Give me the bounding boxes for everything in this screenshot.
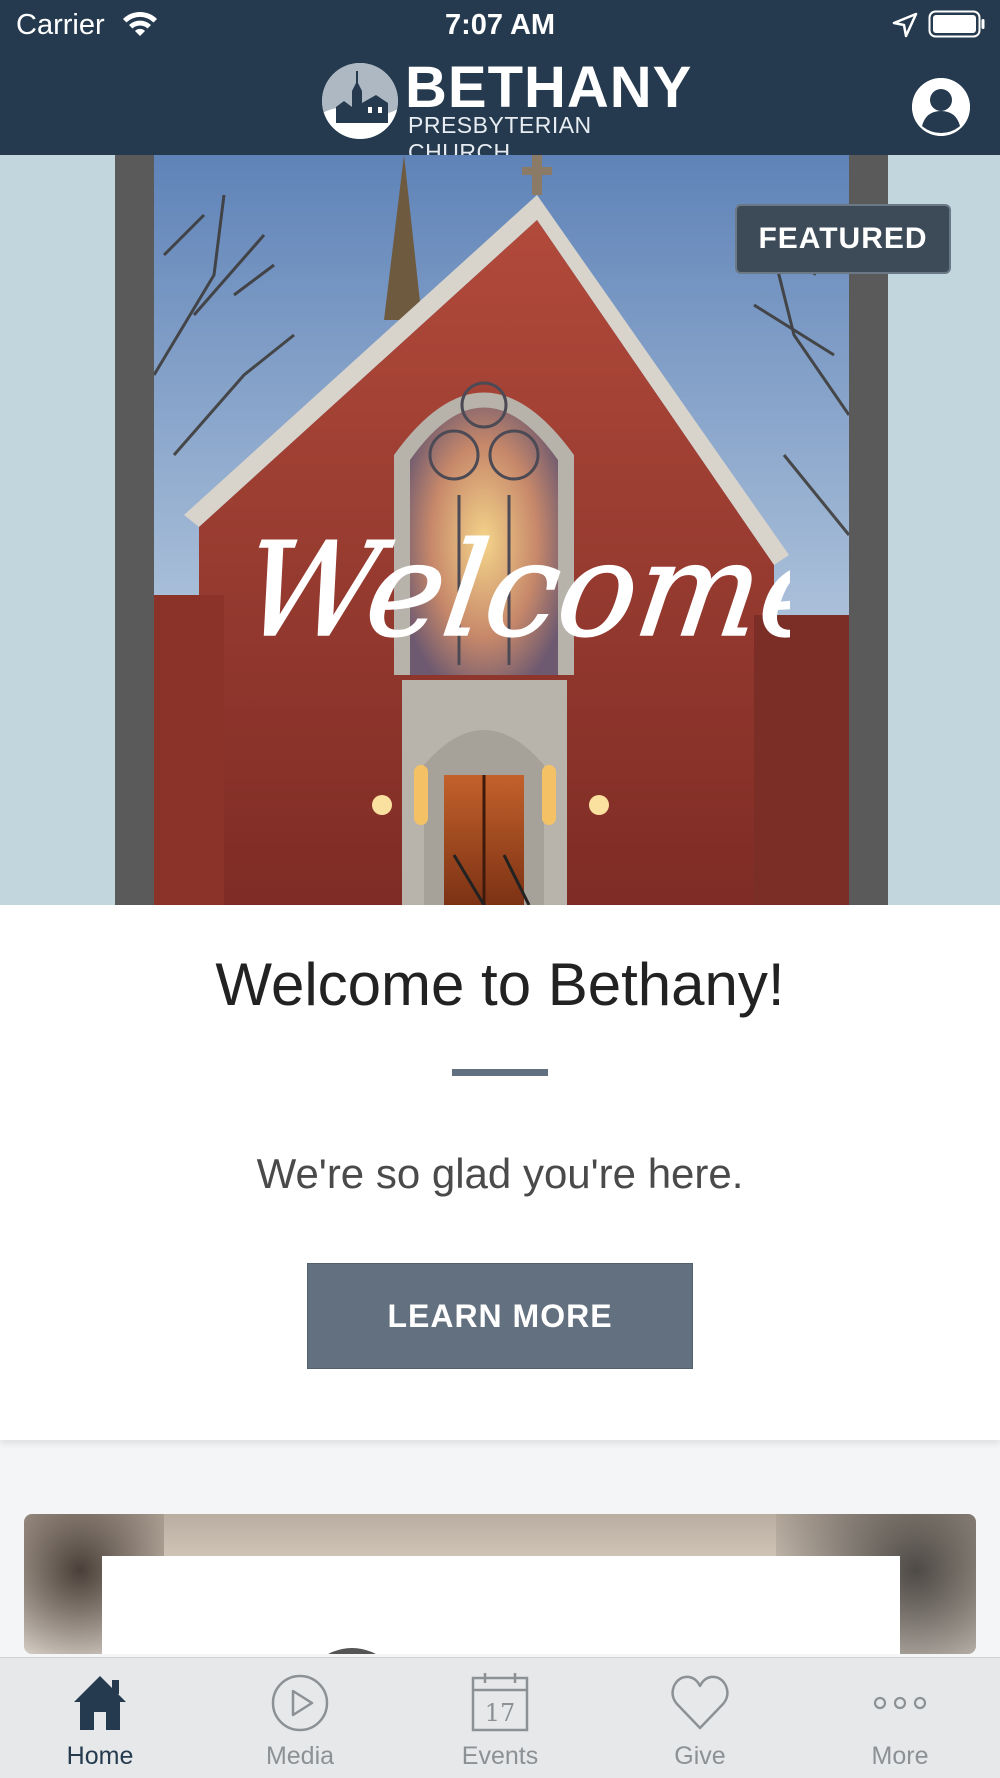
tab-label: More (871, 1742, 929, 1770)
app-header: Carrier 7:07 AM BETHANY PRESBYTERIAN CHU… (0, 0, 1000, 165)
title-divider (452, 1069, 548, 1076)
tab-home[interactable]: Home (0, 1658, 200, 1778)
church-seal-icon (322, 63, 398, 139)
tab-label: Home (66, 1742, 134, 1770)
learn-more-button[interactable]: LEARN MORE (307, 1263, 693, 1369)
next-card-preview[interactable] (24, 1514, 976, 1654)
tab-bar: Home Media 17 Events Give More (0, 1657, 1000, 1778)
home-icon (74, 1676, 126, 1730)
welcome-script-text: Welcome (250, 514, 790, 667)
status-bar: Carrier 7:07 AM (0, 0, 1000, 50)
featured-hero[interactable]: Welcome FEATURED (0, 155, 1000, 905)
more-dots-icon (873, 1696, 927, 1710)
profile-button[interactable] (912, 78, 970, 136)
play-circle-icon (271, 1674, 329, 1732)
tab-label: Events (461, 1742, 539, 1770)
location-arrow-icon (892, 12, 918, 38)
tab-label: Give (674, 1742, 726, 1770)
tab-media[interactable]: Media (200, 1658, 400, 1778)
featured-badge: FEATURED (735, 204, 951, 274)
church-logo: BETHANY PRESBYTERIAN CHURCH (322, 56, 691, 165)
tab-label: Media (265, 1742, 335, 1770)
battery-icon (928, 10, 985, 38)
person-circle-icon (912, 78, 970, 136)
svg-text:17: 17 (485, 1699, 516, 1727)
card-image-paper (102, 1556, 900, 1654)
svg-text:Welcome: Welcome (250, 515, 790, 666)
tab-give[interactable]: Give (600, 1658, 800, 1778)
brand-name: BETHANY (405, 55, 693, 120)
welcome-card: Welcome to Bethany! We're so glad you're… (0, 905, 1000, 1440)
card-title: Welcome to Bethany! (215, 951, 785, 1018)
card-tagline: We're so glad you're here. (256, 1150, 744, 1197)
heart-icon (671, 1675, 729, 1730)
tab-more[interactable]: More (800, 1658, 1000, 1778)
tab-events[interactable]: 17 Events (400, 1658, 600, 1778)
calendar-icon: 17 (471, 1673, 529, 1732)
status-time: 7:07 AM (444, 9, 556, 41)
